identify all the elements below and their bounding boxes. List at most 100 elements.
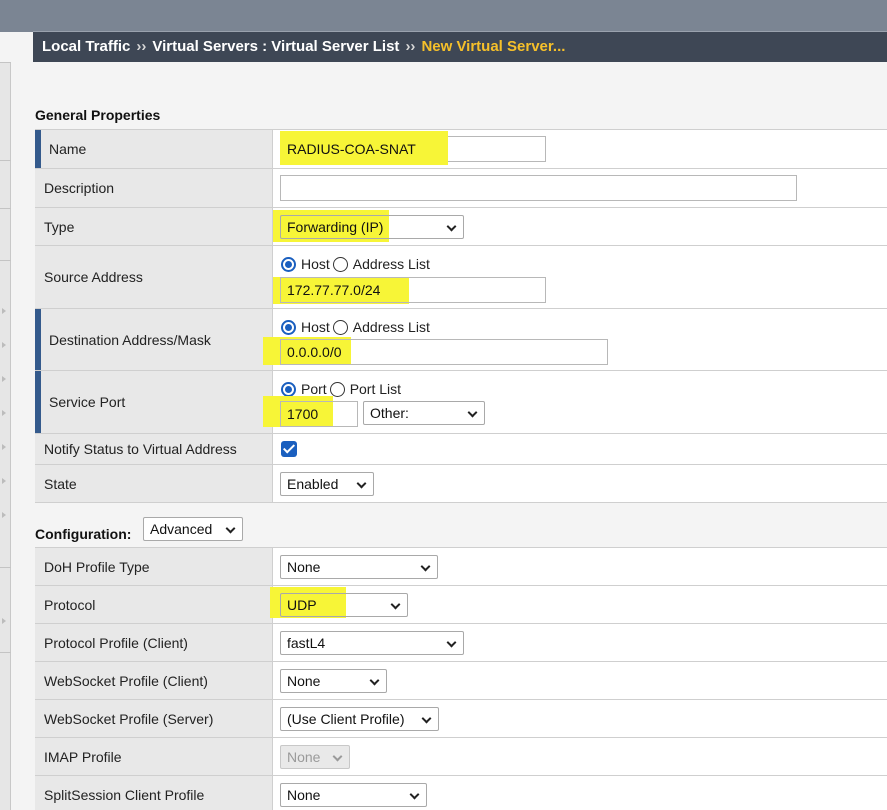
source-address-list-radio-label[interactable]: Address List [353,256,430,272]
source-host-radio[interactable] [281,256,296,272]
protocol-profile-client-value: fastL4 [287,635,326,651]
chevron-down-icon [356,478,367,489]
protocol-row: Protocol UDP [35,586,887,624]
source-address-row: Source Address Host Address List 172.77.… [35,246,887,309]
websocket-client-value: None [287,673,321,689]
nav-divider [0,260,11,261]
notify-status-value-cell [273,434,887,464]
nav-arrow-icon[interactable] [2,512,6,518]
doh-profile-value-cell: None [273,548,887,585]
chevron-down-icon [332,751,343,762]
imap-profile-row: IMAP Profile None [35,738,887,776]
chevron-down-icon [420,561,431,572]
splitsession-client-value: None [287,787,321,803]
configuration-mode-value: Advanced [150,521,213,537]
source-address-list-radio[interactable] [332,256,348,272]
protocol-profile-client-label: Protocol Profile (Client) [35,624,273,661]
nav-arrow-icon[interactable] [2,618,6,624]
websocket-server-row: WebSocket Profile (Server) (Use Client P… [35,700,887,738]
protocol-value: UDP [287,597,317,613]
configuration-mode-select[interactable]: Advanced [143,517,243,541]
websocket-client-row: WebSocket Profile (Client) None [35,662,887,700]
imap-profile-value-cell: None [273,738,887,775]
type-row: Type Forwarding (IP) [35,208,887,246]
doh-profile-row: DoH Profile Type None [35,548,887,586]
nav-arrow-icon[interactable] [2,308,6,314]
imap-profile-value: None [287,749,321,765]
state-select-value: Enabled [287,476,339,492]
nav-divider [0,567,11,568]
destination-host-radio-label[interactable]: Host [301,319,330,335]
protocol-profile-client-value-cell: fastL4 [273,624,887,661]
protocol-select[interactable]: UDP [280,593,408,617]
destination-host-radio[interactable] [281,319,296,335]
service-port-select[interactable]: Other: [363,401,485,425]
chevron-down-icon [467,407,478,418]
destination-value-cell: Host Address List 0.0.0.0/0 [263,309,887,370]
breadcrumb-local-traffic[interactable]: Local Traffic [42,38,130,55]
splitsession-client-value-cell: None [273,776,887,810]
protocol-profile-client-select[interactable]: fastL4 [280,631,464,655]
state-value-cell: Enabled [273,465,887,502]
nav-arrow-icon[interactable] [2,444,6,450]
chevron-down-icon [369,675,380,686]
destination-address-list-radio[interactable] [332,319,348,335]
destination-row: Destination Address/Mask Host Address Li… [35,309,887,371]
chevron-down-icon [225,523,236,534]
nav-arrow-icon[interactable] [2,410,6,416]
protocol-label: Protocol [35,586,273,623]
service-port-row: Service Port Port Port List 1700 Other: [35,371,887,434]
state-row: State Enabled [35,465,887,503]
description-label: Description [35,169,273,207]
general-properties-title: General Properties [35,107,161,123]
name-row: Name RADIUS-COA-SNAT [35,130,887,169]
source-host-radio-label[interactable]: Host [301,256,330,272]
breadcrumb-virtual-server-list[interactable]: Virtual Servers : Virtual Server List [152,38,399,55]
doh-profile-value: None [287,559,321,575]
service-port-label: Service Port [35,371,273,433]
navigation-strip [0,62,11,810]
nav-divider [0,160,11,161]
name-input[interactable]: RADIUS-COA-SNAT [280,131,546,165]
destination-address-input[interactable]: 0.0.0.0/0 [280,339,608,365]
source-address-label: Source Address [35,246,273,308]
name-label: Name [35,130,273,168]
nav-arrow-icon[interactable] [2,376,6,382]
service-port-select-value: Other: [370,405,409,421]
service-port-input[interactable]: 1700 [280,401,358,427]
notify-status-checkbox[interactable] [281,441,297,457]
state-label: State [35,465,273,502]
source-address-input[interactable]: 172.77.77.0/24 [280,277,546,303]
name-value-cell: RADIUS-COA-SNAT [273,130,887,168]
description-row: Description [35,169,887,208]
state-select[interactable]: Enabled [280,472,374,496]
websocket-server-select[interactable]: (Use Client Profile) [280,707,439,731]
type-select[interactable]: Forwarding (IP) [280,215,464,239]
port-list-radio[interactable] [329,381,345,397]
breadcrumb-separator: ›› [136,38,147,55]
name-input-value: RADIUS-COA-SNAT [287,141,416,157]
destination-address-list-radio-label[interactable]: Address List [353,319,430,335]
breadcrumb-separator: ›› [405,38,416,55]
websocket-server-value: (Use Client Profile) [287,711,405,727]
chevron-down-icon [409,789,420,800]
source-value-cell: Host Address List 172.77.77.0/24 [273,246,887,308]
type-label: Type [35,208,273,245]
protocol-value-cell: UDP [270,586,887,623]
nav-arrow-icon[interactable] [2,478,6,484]
nav-divider [0,62,11,63]
websocket-client-select[interactable]: None [280,669,387,693]
websocket-server-value-cell: (Use Client Profile) [273,700,887,737]
port-radio-label[interactable]: Port [301,381,327,397]
doh-profile-select[interactable]: None [280,555,438,579]
chevron-down-icon [446,221,457,232]
splitsession-client-select[interactable]: None [280,783,427,807]
port-list-radio-label[interactable]: Port List [350,381,401,397]
nav-arrow-icon[interactable] [2,342,6,348]
chevron-down-icon [390,599,401,610]
websocket-client-value-cell: None [273,662,887,699]
nav-divider [0,652,11,653]
description-input[interactable] [280,175,797,201]
websocket-client-label: WebSocket Profile (Client) [35,662,273,699]
port-radio[interactable] [281,381,296,397]
